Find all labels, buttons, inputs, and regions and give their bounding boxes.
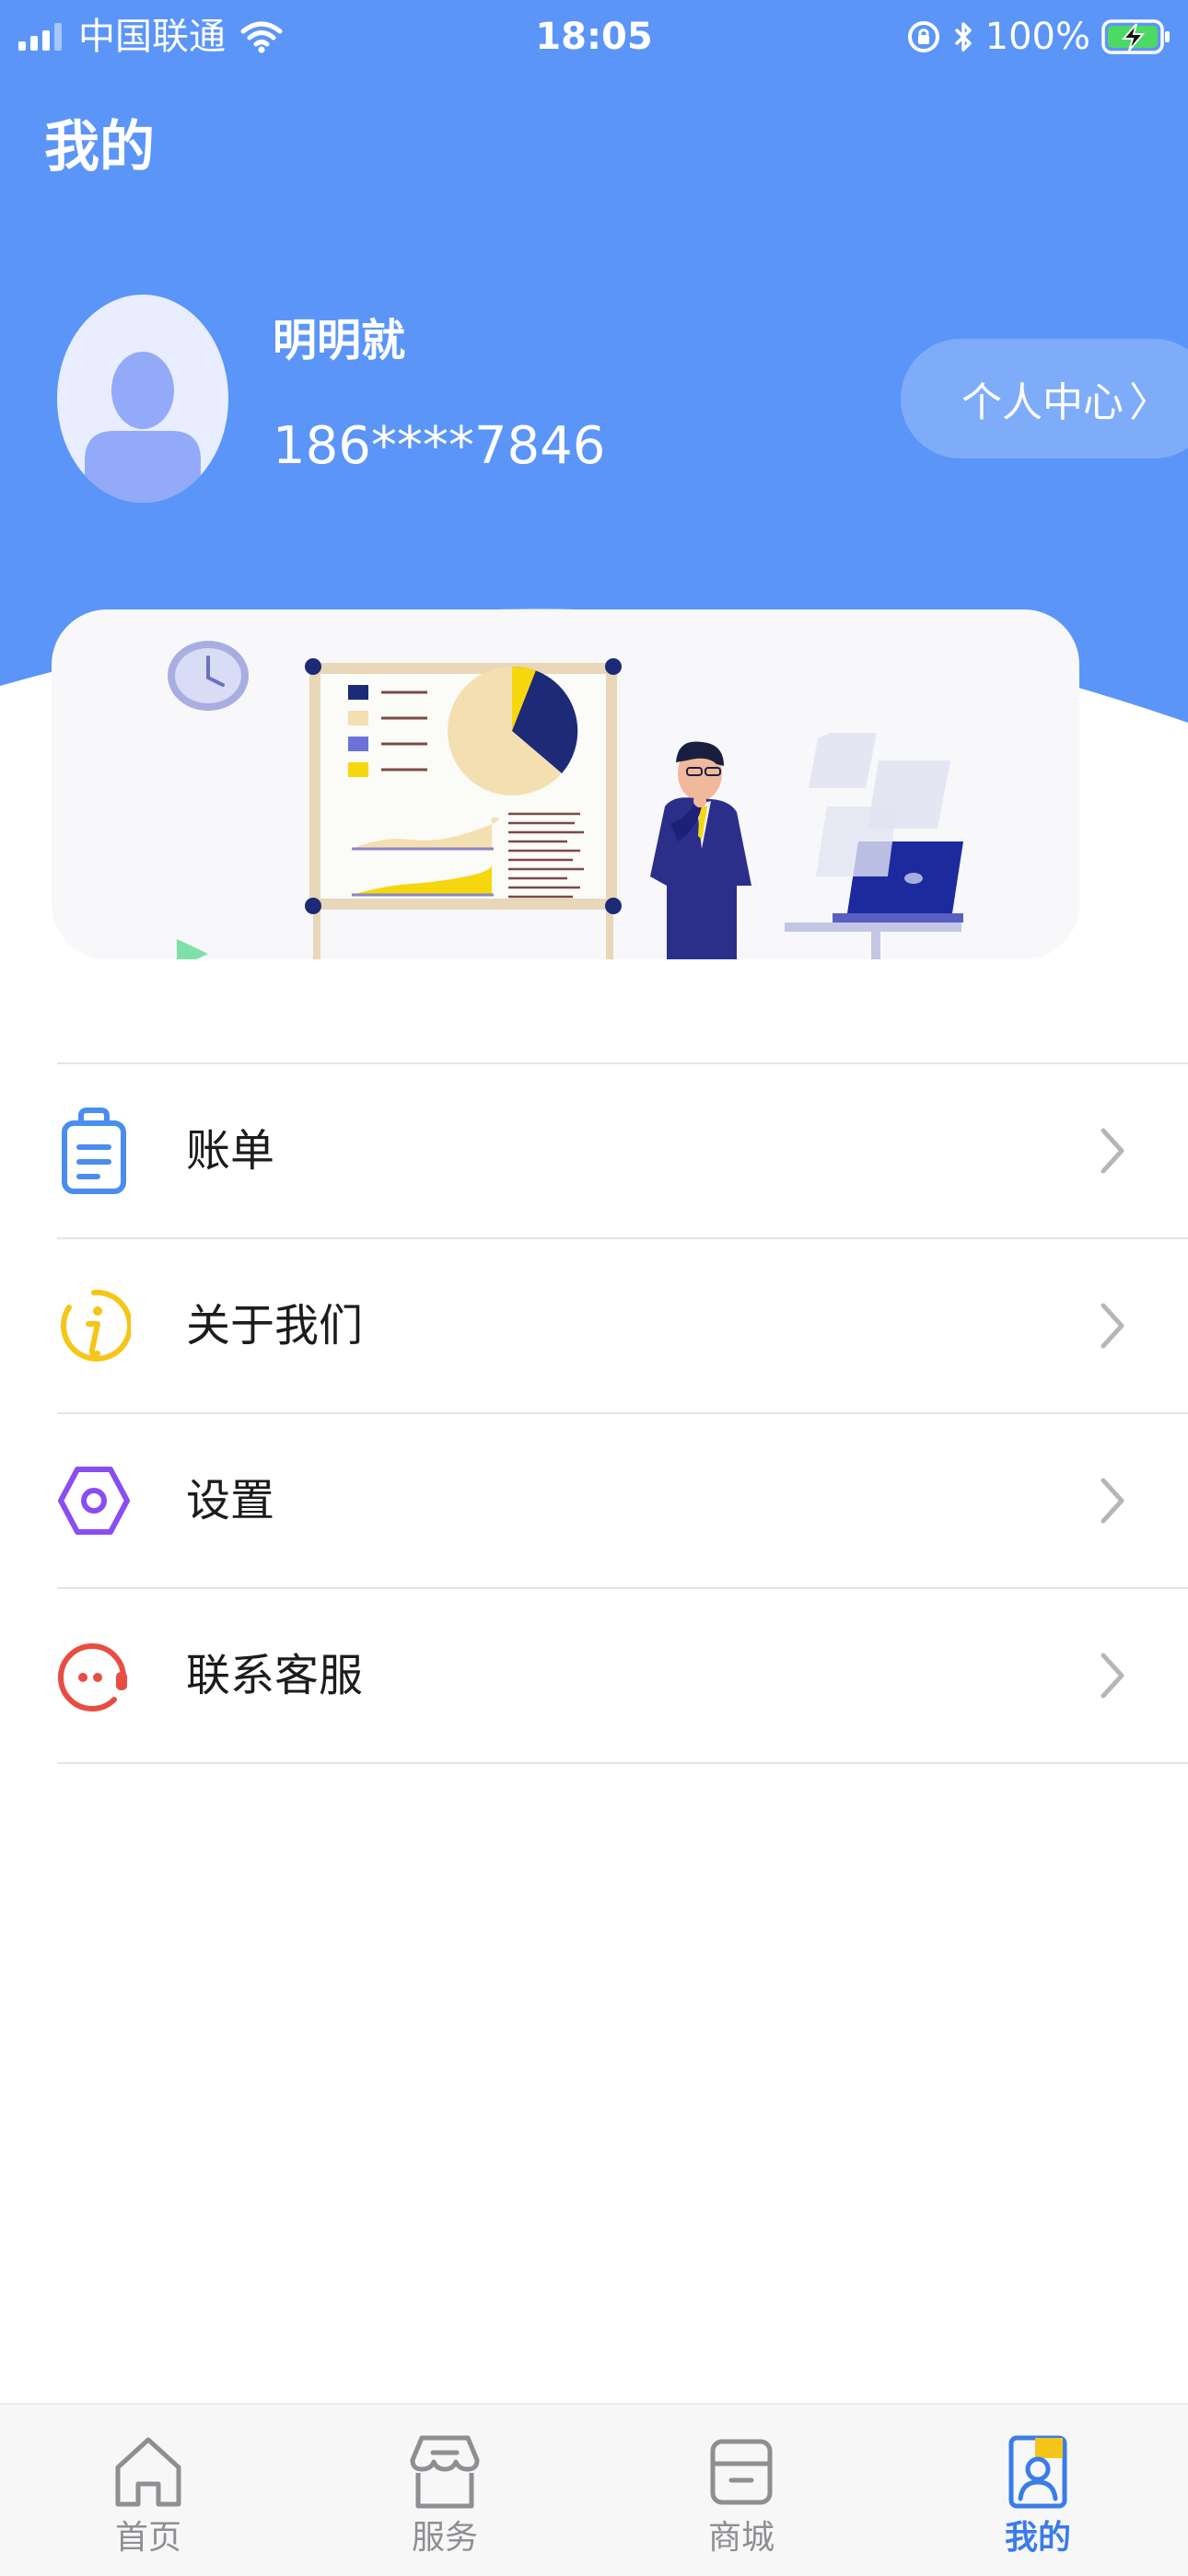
page-title: 我的	[44, 115, 155, 180]
chevron-right-icon: 〉	[1129, 379, 1170, 426]
box-icon	[710, 2439, 773, 2505]
battery-percentage: 100%	[984, 16, 1090, 58]
tab-mall[interactable]: 商城	[593, 2405, 890, 2576]
menu-label-customer-service: 联系客服	[186, 1650, 364, 1701]
user-phone: 186****7846	[273, 416, 606, 476]
tab-label-home: 首页	[114, 2519, 181, 2557]
menu-item-about-us[interactable]: 关于我们	[57, 1239, 1188, 1414]
rotation-lock-icon	[907, 21, 939, 52]
chevron-right-icon	[1101, 1303, 1124, 1349]
bill-clipboard-icon	[62, 1108, 126, 1194]
tab-label-service: 服务	[411, 2519, 478, 2557]
menu-item-settings[interactable]: 设置	[57, 1414, 1188, 1589]
tab-label-mall: 商城	[707, 2519, 775, 2557]
home-icon	[115, 2437, 181, 2507]
chevron-right-icon	[1101, 1653, 1124, 1699]
menu-item-customer-service[interactable]: 联系客服	[57, 1589, 1188, 1764]
tab-service[interactable]: 服务	[297, 2405, 593, 2576]
store-icon	[410, 2435, 480, 2509]
settings-hexagon-icon	[58, 1467, 130, 1535]
user-name: 明明就	[273, 315, 406, 366]
avatar[interactable]	[57, 295, 228, 503]
menu-list: 账单 关于我们 设置 联系客服	[57, 1062, 1188, 1764]
personal-center-label: 个人中心	[961, 379, 1124, 426]
tab-bar: 首页 服务 商城 我的	[0, 2403, 1188, 2576]
bluetooth-icon	[954, 22, 972, 52]
menu-item-bill[interactable]: 账单	[57, 1064, 1188, 1239]
battery-charging-icon	[1101, 19, 1170, 54]
menu-label-about-us: 关于我们	[186, 1300, 364, 1352]
chevron-right-icon	[1101, 1478, 1124, 1524]
banner-illustration	[52, 609, 1079, 959]
personal-center-button[interactable]: 个人中心 〉	[901, 339, 1188, 458]
menu-label-settings: 设置	[186, 1475, 275, 1526]
tab-label-mine: 我的	[1004, 2519, 1071, 2557]
status-bar: 中国联通 18:05 100%	[0, 0, 1188, 74]
profile-icon	[1008, 2435, 1067, 2509]
menu-label-bill: 账单	[186, 1125, 275, 1177]
tab-home[interactable]: 首页	[0, 2405, 297, 2576]
tab-mine[interactable]: 我的	[890, 2405, 1186, 2576]
business-illustration	[168, 641, 963, 959]
customer-service-icon	[58, 1643, 127, 1712]
user-avatar-icon	[85, 352, 201, 503]
info-circle-icon	[61, 1289, 131, 1362]
chevron-right-icon	[1101, 1128, 1124, 1174]
